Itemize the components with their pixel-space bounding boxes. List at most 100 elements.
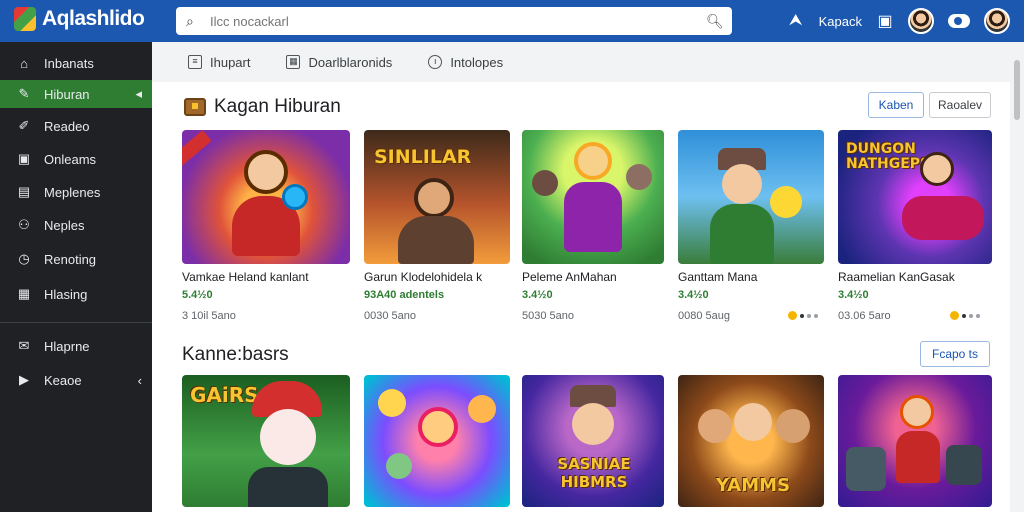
- character-figure: [244, 150, 288, 194]
- sidebar-item-hlaprne[interactable]: ✉ Hlaprne: [0, 332, 152, 360]
- upload-icon[interactable]: ⮝: [787, 12, 805, 30]
- thumbnail-art-text: YAMMS: [716, 475, 791, 496]
- card-rating: 3.4½0: [838, 289, 869, 301]
- side-character: [776, 409, 810, 443]
- collapse-chevron-icon[interactable]: ‹: [138, 373, 142, 388]
- vertical-scrollbar[interactable]: [1010, 42, 1024, 512]
- game-thumbnail[interactable]: [364, 375, 510, 507]
- section-title-text: Kagan Hiburan: [214, 96, 341, 117]
- game-thumbnail[interactable]: [838, 375, 992, 507]
- search-submit-icon[interactable]: 🔍︎: [706, 13, 724, 29]
- wrench-icon: ✐: [18, 118, 30, 133]
- card-rating: 3.4½0: [522, 289, 553, 301]
- carousel-dots[interactable]: [788, 311, 818, 320]
- sidebar-item-keaoe[interactable]: ▶ Keaoe ‹: [0, 366, 152, 394]
- secondary-action-button[interactable]: Raoalev: [929, 92, 991, 118]
- tab-label: Doarlblaronids: [308, 54, 393, 70]
- sidebar-item-label: Hiburan: [44, 86, 90, 102]
- game-thumbnail[interactable]: SINLILAR: [364, 130, 510, 264]
- card-title: Vamkae Heland kanlant: [182, 270, 309, 284]
- logo-icon: [14, 7, 36, 31]
- card-rating: 3.4½0: [678, 289, 709, 301]
- side-character: [468, 395, 496, 423]
- character-figure: [418, 407, 458, 447]
- avatar[interactable]: [908, 8, 934, 34]
- calendar-icon: ▦: [17, 286, 31, 301]
- profile-avatar[interactable]: [984, 8, 1010, 34]
- side-character: [532, 170, 558, 196]
- sidebar-item-readeo[interactable]: ✐ Readeo: [0, 112, 152, 140]
- robot-prop: [846, 447, 886, 491]
- character-body: [896, 431, 940, 483]
- pen-icon: ✎: [18, 86, 30, 101]
- game-thumbnail[interactable]: [182, 130, 350, 264]
- app-logo[interactable]: Aqlashlido: [14, 7, 145, 31]
- sidebar-item-hiburan[interactable]: ✎ Hiburan ◂: [0, 80, 152, 108]
- notification-icon[interactable]: ▣: [876, 11, 894, 31]
- tab-bar: ≡ Ihupart ▦ Doarlblaronids ı Intolopes: [152, 42, 1010, 82]
- clock-icon: ◷: [18, 251, 30, 266]
- search-icon: ⌕: [186, 13, 194, 29]
- card-title: Raamelian KanGasak: [838, 270, 955, 284]
- sidebar-item-meplenes[interactable]: ▤ Meplenes: [0, 178, 152, 206]
- tab-intolopes[interactable]: ı Intolopes: [428, 55, 503, 70]
- vehicle-prop: [902, 196, 984, 240]
- card-rating: 93A40 adentels: [364, 289, 445, 301]
- scrollbar-thumb[interactable]: [1014, 60, 1020, 120]
- play-icon: ▶: [19, 372, 29, 387]
- search-input[interactable]: [210, 13, 706, 29]
- game-thumbnail[interactable]: [522, 130, 664, 264]
- search-bar[interactable]: ⌕ 🔍︎: [176, 7, 732, 35]
- character-figure: [572, 403, 614, 445]
- sidebar-item-inbanats[interactable]: ⌂ Inbanats: [0, 49, 152, 77]
- mail-icon: ✉: [18, 338, 30, 353]
- thumbnail-art-text: SINLILAR: [374, 146, 472, 168]
- primary-action-button[interactable]: Kaben: [868, 92, 924, 118]
- sidebar-divider: [0, 322, 152, 323]
- section-action-button[interactable]: Fcapo ts: [920, 341, 990, 367]
- sidebar-item-label: Hlaprne: [44, 338, 90, 354]
- section-title-text: Kanne:basrs: [182, 344, 289, 365]
- sidebar-item-hlasing[interactable]: ▦ Hlasing: [0, 280, 152, 308]
- header-link[interactable]: Kapack: [819, 14, 862, 29]
- game-thumbnail[interactable]: SASNIAE HIBMRS: [522, 375, 664, 507]
- character-figure: [414, 178, 454, 218]
- carousel-dots[interactable]: [950, 311, 980, 320]
- character-body: [710, 204, 774, 264]
- sidebar-item-label: Readeo: [44, 118, 90, 134]
- sidebar: ⌂ Inbanats ✎ Hiburan ◂ ✐ Readeo ▣ Onleam…: [0, 42, 152, 512]
- card-meta: 03.06 5aro: [838, 310, 891, 322]
- sidebar-item-renoting[interactable]: ◷ Renoting: [0, 245, 152, 273]
- game-thumbnail[interactable]: GAiRS: [182, 375, 350, 507]
- square-icon: ▣: [17, 151, 31, 166]
- circle-icon: ı: [428, 55, 443, 69]
- character-figure: [920, 152, 954, 186]
- grid-icon: ▦: [286, 55, 301, 69]
- ribbon-badge: [182, 130, 212, 167]
- app-title: Aqlashlido: [42, 7, 145, 30]
- character-figure: [574, 142, 612, 180]
- sidebar-item-label: Renoting: [44, 251, 97, 267]
- home-icon: ⌂: [20, 55, 28, 71]
- tab-doarlblaronids[interactable]: ▦ Doarlblaronids: [286, 55, 392, 70]
- tab-label: Intolopes: [450, 54, 504, 70]
- toggle-icon[interactable]: [948, 14, 970, 28]
- character-body: [564, 182, 622, 252]
- top-bar: Aqlashlido ⌕ 🔍︎ ⮝ Kapack ▣: [0, 0, 1024, 42]
- character-body: [398, 216, 474, 264]
- game-thumbnail[interactable]: DUNGON NATHGEPS: [838, 130, 992, 264]
- character-figure: [900, 395, 934, 429]
- card-meta: 0030 5ano: [364, 310, 416, 322]
- card-title: Garun Klodelohidela k: [364, 270, 483, 284]
- card-title: Peleme AnMahan: [522, 270, 617, 284]
- sidebar-item-label: Inbanats: [44, 55, 94, 71]
- sidebar-item-label: Onleams: [44, 151, 97, 167]
- tab-label: Ihupart: [210, 54, 251, 70]
- doc-icon: ≡: [188, 55, 202, 69]
- tab-ihupart[interactable]: ≡ Ihupart: [188, 55, 250, 70]
- game-thumbnail[interactable]: YAMMS: [678, 375, 824, 507]
- sidebar-item-onleams[interactable]: ▣ Onleams: [0, 145, 152, 173]
- game-thumbnail[interactable]: [678, 130, 824, 264]
- sidebar-item-neples[interactable]: ⚇ Neples: [0, 211, 152, 239]
- side-character: [698, 409, 732, 443]
